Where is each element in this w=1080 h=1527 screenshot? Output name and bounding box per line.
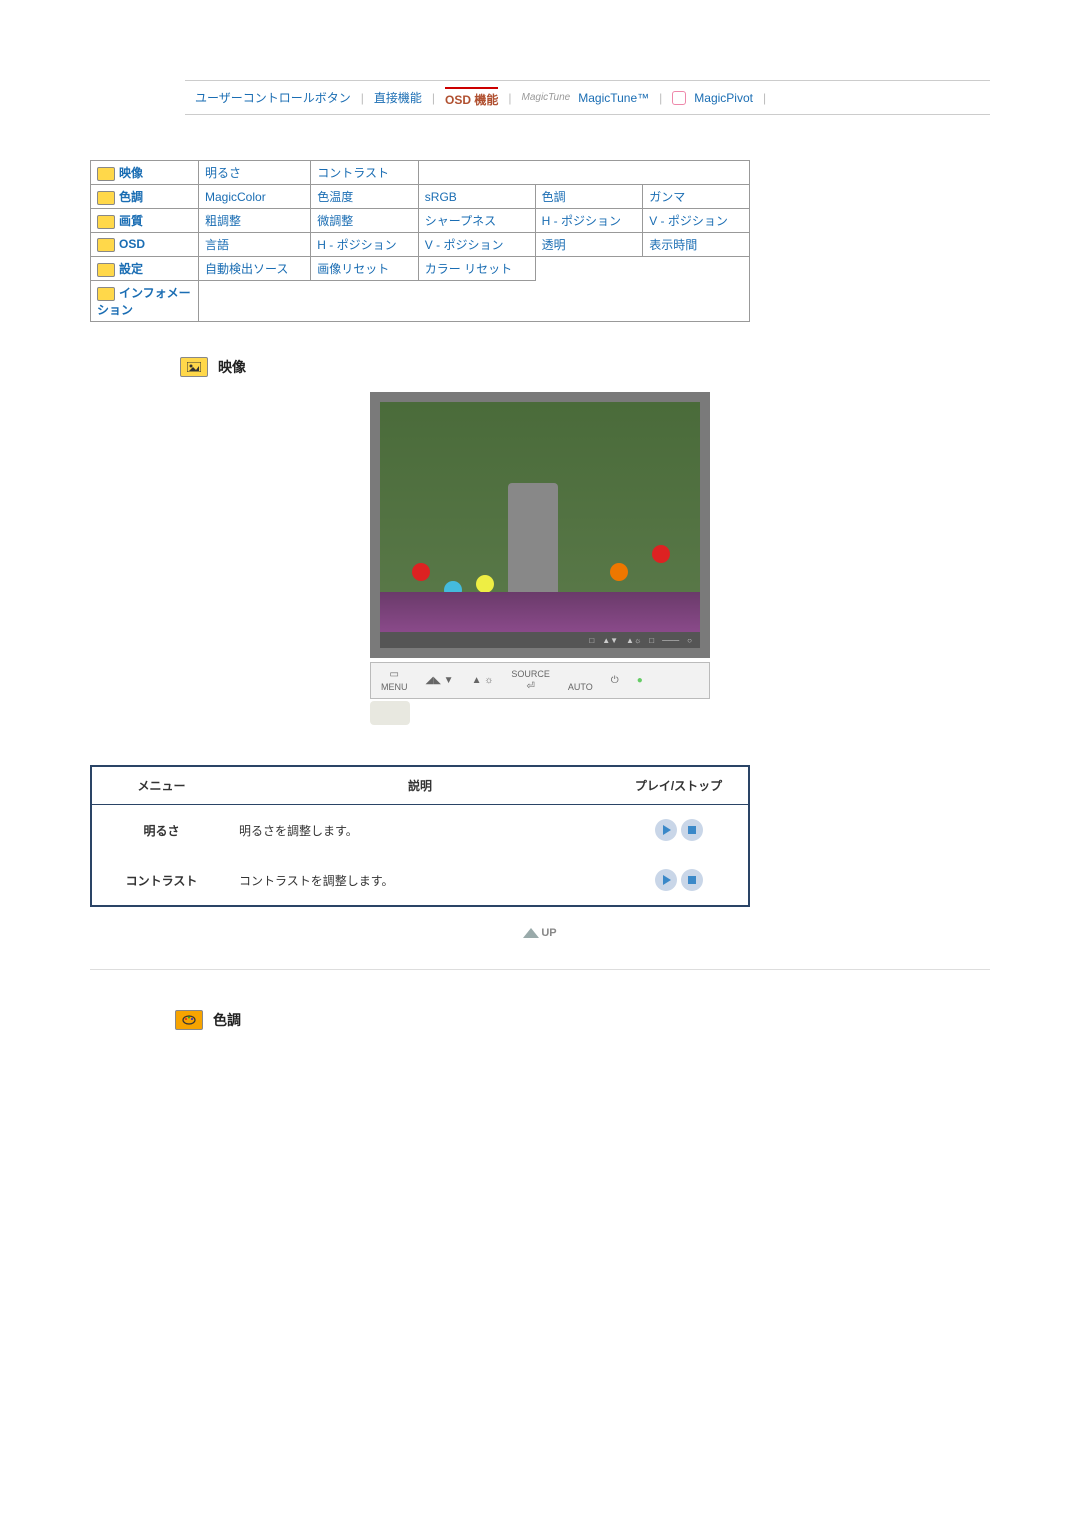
link-autosource[interactable]: 自動検出ソース — [199, 257, 311, 281]
cat-picture[interactable]: 映像 — [91, 161, 199, 185]
nav-user-control[interactable]: ユーザーコントロールボタン — [195, 89, 351, 106]
menu-button[interactable]: ▭MENU — [381, 669, 408, 692]
link-vpos[interactable]: V - ポジション — [643, 209, 750, 233]
row-brightness-play — [609, 805, 749, 856]
stop-button[interactable] — [681, 869, 703, 891]
link-osd-vpos[interactable]: V - ポジション — [418, 233, 535, 257]
table-row: インフォメーション — [91, 281, 750, 322]
play-button[interactable] — [655, 869, 677, 891]
top-nav: ユーザーコントロールボタン | 直接機能 | OSD 機能 | MagicTun… — [185, 80, 990, 115]
link-display-time[interactable]: 表示時間 — [643, 233, 750, 257]
link-colorcontrol[interactable]: 色調 — [535, 185, 643, 209]
table-row: 映像 明るさ コントラスト — [91, 161, 750, 185]
magictune-logo: MagicTune — [522, 92, 571, 103]
header-play: プレイ/ストップ — [609, 766, 749, 805]
link-color-reset[interactable]: カラー リセット — [418, 257, 535, 281]
table-row: コントラスト コントラストを調整します。 — [91, 855, 749, 906]
up-arrow-icon — [523, 928, 539, 938]
link-fine[interactable]: 微調整 — [311, 209, 419, 233]
nav-separator: | — [508, 91, 511, 105]
image-icon — [97, 215, 115, 229]
color-icon — [97, 191, 115, 205]
link-magiccolor[interactable]: MagicColor — [199, 185, 311, 209]
source-button[interactable]: SOURCE⏎ — [511, 669, 550, 692]
link-hpos[interactable]: H - ポジション — [535, 209, 643, 233]
empty-cell — [535, 257, 749, 281]
empty-cell — [199, 281, 750, 322]
up-button[interactable]: ▲ ☼ — [472, 675, 494, 686]
header-menu: メニュー — [91, 766, 231, 805]
up-label: UP — [541, 927, 556, 939]
play-button[interactable] — [655, 819, 677, 841]
nav-separator: | — [659, 91, 662, 105]
cat-color[interactable]: 色調 — [91, 185, 199, 209]
description-table: メニュー 説明 プレイ/ストップ 明るさ 明るさを調整します。 コントラスト コ… — [90, 765, 750, 907]
link-osd-hpos[interactable]: H - ポジション — [311, 233, 419, 257]
section-title-picture: 映像 — [180, 357, 990, 377]
info-icon — [97, 287, 115, 301]
empty-cell — [418, 161, 749, 185]
nav-magicpivot[interactable]: MagicPivot — [694, 91, 753, 105]
back-to-top[interactable]: UP — [90, 925, 990, 939]
color-section-icon — [175, 1010, 203, 1030]
section-divider — [90, 969, 990, 970]
nav-osd-active[interactable]: OSD 機能 — [445, 87, 498, 108]
link-coarse[interactable]: 粗調整 — [199, 209, 311, 233]
link-srgb[interactable]: sRGB — [418, 185, 535, 209]
picture-section-icon — [180, 357, 208, 377]
table-row: OSD 言語 H - ポジション V - ポジション 透明 表示時間 — [91, 233, 750, 257]
stop-button[interactable] — [681, 819, 703, 841]
table-row: 明るさ 明るさを調整します。 — [91, 805, 749, 856]
table-row: 設定 自動検出ソース 画像リセット カラー リセット — [91, 257, 750, 281]
row-brightness-desc: 明るさを調整します。 — [231, 805, 609, 856]
power-button[interactable]: ⏻ — [611, 675, 619, 686]
header-desc: 説明 — [231, 766, 609, 805]
table-row: 色調 MagicColor 色温度 sRGB 色調 ガンマ — [91, 185, 750, 209]
row-contrast-desc: コントラストを調整します。 — [231, 855, 609, 906]
osd-overlay-bar: □▲▼▲☼□───○ — [380, 632, 700, 648]
setup-icon — [97, 263, 115, 277]
led-indicator: ● — [637, 675, 643, 686]
osd-icon — [97, 238, 115, 252]
cat-osd[interactable]: OSD — [91, 233, 199, 257]
osd-menu-table: 映像 明るさ コントラスト 色調 MagicColor 色温度 sRGB 色調 … — [90, 160, 750, 322]
cat-information[interactable]: インフォメーション — [91, 281, 199, 322]
monitor-frame: □▲▼▲☼□───○ — [370, 392, 710, 658]
link-colortemp[interactable]: 色温度 — [311, 185, 419, 209]
link-brightness[interactable]: 明るさ — [199, 161, 311, 185]
monitor-illustration: □▲▼▲☼□───○ ▭MENU ◢◣ ▼ ▲ ☼ SOURCE⏎ AUTO ⏻… — [370, 392, 710, 725]
row-contrast-play — [609, 855, 749, 906]
monitor-screen-image — [380, 402, 700, 632]
hand-pointer-icon — [370, 701, 410, 725]
nav-direct[interactable]: 直接機能 — [374, 89, 422, 106]
picture-icon — [97, 167, 115, 181]
nav-separator: | — [361, 91, 364, 105]
magicpivot-icon — [672, 91, 686, 105]
nav-separator: | — [763, 91, 766, 105]
link-image-reset[interactable]: 画像リセット — [311, 257, 419, 281]
table-header-row: メニュー 説明 プレイ/ストップ — [91, 766, 749, 805]
auto-button[interactable]: AUTO — [568, 669, 593, 692]
section-title-color: 色調 — [175, 1010, 990, 1030]
row-contrast-menu: コントラスト — [91, 855, 231, 906]
link-language[interactable]: 言語 — [199, 233, 311, 257]
section-title-label: 色調 — [213, 1010, 241, 1030]
table-row: 画質 粗調整 微調整 シャープネス H - ポジション V - ポジション — [91, 209, 750, 233]
down-button[interactable]: ◢◣ ▼ — [426, 675, 454, 686]
link-transparency[interactable]: 透明 — [535, 233, 643, 257]
section-title-label: 映像 — [218, 357, 246, 377]
row-brightness-menu: 明るさ — [91, 805, 231, 856]
nav-magictune[interactable]: MagicTune™ — [578, 91, 649, 105]
cat-image[interactable]: 画質 — [91, 209, 199, 233]
link-gamma[interactable]: ガンマ — [643, 185, 750, 209]
monitor-button-panel: ▭MENU ◢◣ ▼ ▲ ☼ SOURCE⏎ AUTO ⏻ ● — [370, 662, 710, 699]
link-sharpness[interactable]: シャープネス — [418, 209, 535, 233]
cat-setup[interactable]: 設定 — [91, 257, 199, 281]
link-contrast[interactable]: コントラスト — [311, 161, 419, 185]
nav-separator: | — [432, 91, 435, 105]
